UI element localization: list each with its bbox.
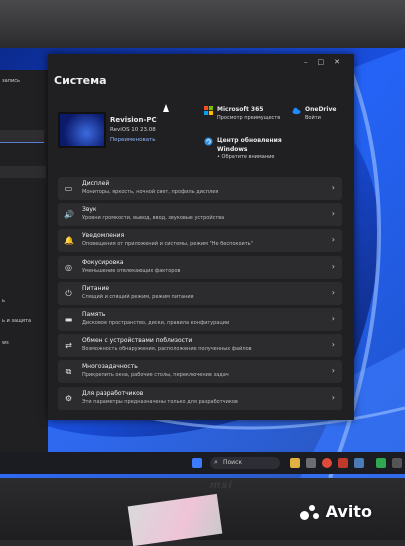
power-icon: ⏻ (65, 288, 72, 298)
app-icon[interactable] (392, 458, 402, 468)
left-pane-item[interactable]: ws (2, 340, 9, 346)
focus-icon: ◎ (65, 262, 72, 272)
settings-row-subtitle: Уменьшение отвлекающих факторов (82, 267, 181, 274)
search-placeholder: Поиск (223, 459, 243, 466)
chevron-right-icon: › (331, 287, 335, 297)
settings-row-title: Для разработчиков (82, 389, 144, 397)
settings-row-subtitle: Возможность обнаружения, расположение по… (82, 346, 252, 353)
settings-row-title: Обмен с устройствами поблизости (82, 337, 193, 345)
taskbar: ⌕ Поиск (0, 452, 405, 474)
tile-status-text: Обратите внимание (221, 154, 275, 160)
file-explorer-icon[interactable] (290, 458, 300, 468)
avito-logo-icon (300, 504, 320, 521)
settings-row-title: Память (82, 310, 106, 318)
settings-row-power[interactable]: ⏻ Питание Спящий и спящий режим, режим пит… (58, 281, 342, 305)
device-name: Revision-PC (110, 116, 157, 124)
microsoft365-icon (204, 106, 213, 115)
settings-list: ▭ Дисплей Мониторы, яркость, ночной свет, … (58, 177, 342, 413)
developers-icon: ⚙ (64, 393, 73, 403)
left-pane-search-input[interactable] (0, 130, 44, 143)
tile-title: Microsoft 365 (217, 106, 264, 113)
search-icon: ⌕ (214, 458, 218, 466)
settings-row-subtitle: Мониторы, яркость, ночной свет, профиль … (82, 189, 219, 195)
display-icon: ▭ (64, 184, 73, 193)
settings-row-title: Дисплей (82, 180, 110, 187)
settings-row-storage[interactable]: ▬ Память Дисковое пространство, диски, пра… (58, 307, 342, 331)
minimize-button[interactable]: – (304, 58, 318, 66)
settings-window: –□✕ Система Revision-PC ReviOS 10 23.08 … (48, 54, 354, 420)
storage-icon: ▬ (64, 314, 73, 324)
avito-watermark: Avito (300, 502, 372, 521)
rename-link[interactable]: Переименовать (110, 137, 156, 143)
tile-subtitle: Просмотр преимуществ (217, 115, 281, 121)
left-pane-item[interactable]: ь (2, 298, 5, 304)
settings-row-notifications[interactable]: 🔔 Уведомления Оповещения от приложений и с… (58, 229, 342, 253)
background-window-fragment: запись ь ь и защита ws (0, 70, 48, 465)
device-os: ReviOS 10 23.08 (110, 127, 156, 133)
settings-row-subtitle: Уровни громкости, вывод, ввод, звуковые … (82, 215, 225, 222)
settings-row-title: Уведомления (82, 232, 125, 240)
left-pane-text: запись (2, 78, 20, 84)
chevron-right-icon: › (331, 313, 335, 323)
settings-row-nearby-sharing[interactable]: ⇄ Обмен с устройствами поблизости Возможно… (58, 334, 342, 358)
nearby-sharing-icon: ⇄ (65, 341, 72, 351)
window-controls[interactable]: –□✕ (304, 58, 350, 66)
taskbar-search-input[interactable]: ⌕ Поиск (210, 457, 280, 469)
settings-row-subtitle: Оповещения от приложений и системы, режи… (82, 241, 253, 248)
settings-row-title: Питание (82, 284, 110, 292)
onedrive-icon (292, 107, 301, 115)
chevron-right-icon: › (331, 209, 335, 219)
device-thumbnail (58, 112, 106, 148)
monitor-bezel-top (0, 0, 405, 48)
tile-subtitle: Войти (305, 115, 321, 121)
tile-title: OneDrive (305, 106, 337, 113)
chevron-right-icon: › (331, 235, 335, 245)
steam-icon[interactable] (354, 458, 364, 468)
chrome-icon[interactable] (322, 458, 332, 468)
tile-status: • Обратите внимание (217, 154, 275, 160)
screen: запись ь ь и защита ws –□✕ Система Revis… (0, 48, 405, 478)
settings-row-subtitle: Прикрепить окна, рабочие столы, переключ… (82, 372, 229, 379)
settings-row-title: Фокусировка (82, 258, 124, 266)
monitor-brand-logo: msi (210, 480, 233, 491)
tile-subtitle: Windows (217, 146, 248, 153)
start-icon[interactable] (192, 458, 202, 468)
settings-row-subtitle: Дисковое пространство, диски, правила ко… (82, 319, 230, 326)
close-button[interactable]: ✕ (334, 58, 350, 66)
settings-row-title: Звук (82, 206, 97, 214)
left-pane-selected-item[interactable] (0, 166, 46, 178)
notifications-icon: 🔔 (64, 236, 74, 246)
windows-update-icon (204, 137, 213, 146)
multitasking-icon: ⧉ (65, 367, 72, 377)
app-icon[interactable] (338, 458, 348, 468)
settings-row-subtitle: Спящий и спящий режим, режим питания (82, 293, 194, 300)
maximize-button[interactable]: □ (318, 58, 335, 66)
page-title: Система (54, 74, 107, 87)
settings-row-display[interactable]: ▭ Дисплей Мониторы, яркость, ночной свет, … (58, 177, 342, 200)
chevron-right-icon: › (331, 261, 335, 271)
mouse-cursor (163, 104, 169, 112)
sound-icon: 🔊 (64, 210, 74, 220)
settings-row-subtitle: Эти параметры предназначены только для р… (82, 398, 238, 405)
chevron-right-icon: › (331, 366, 335, 376)
left-pane-item[interactable]: ь и защита (2, 318, 31, 324)
xbox-icon[interactable] (376, 458, 386, 468)
settings-row-multitasking[interactable]: ⧉ Многозадачность Прикрепить окна, рабочие… (58, 360, 342, 384)
app-icon[interactable] (306, 458, 316, 468)
settings-row-sound[interactable]: 🔊 Звук Уровни громкости, вывод, ввод, звук… (58, 203, 342, 227)
chevron-right-icon: › (331, 340, 335, 350)
chevron-right-icon: › (331, 392, 335, 402)
settings-row-focus[interactable]: ◎ Фокусировка Уменьшение отвлекающих факто… (58, 255, 342, 279)
avito-watermark-text: Avito (325, 502, 372, 521)
settings-row-title: Многозадачность (82, 363, 138, 371)
chevron-right-icon: › (331, 183, 335, 192)
tile-title: Центр обновления (217, 137, 282, 144)
settings-row-developers[interactable]: ⚙ Для разработчиков Эти параметры предназн… (58, 386, 342, 410)
